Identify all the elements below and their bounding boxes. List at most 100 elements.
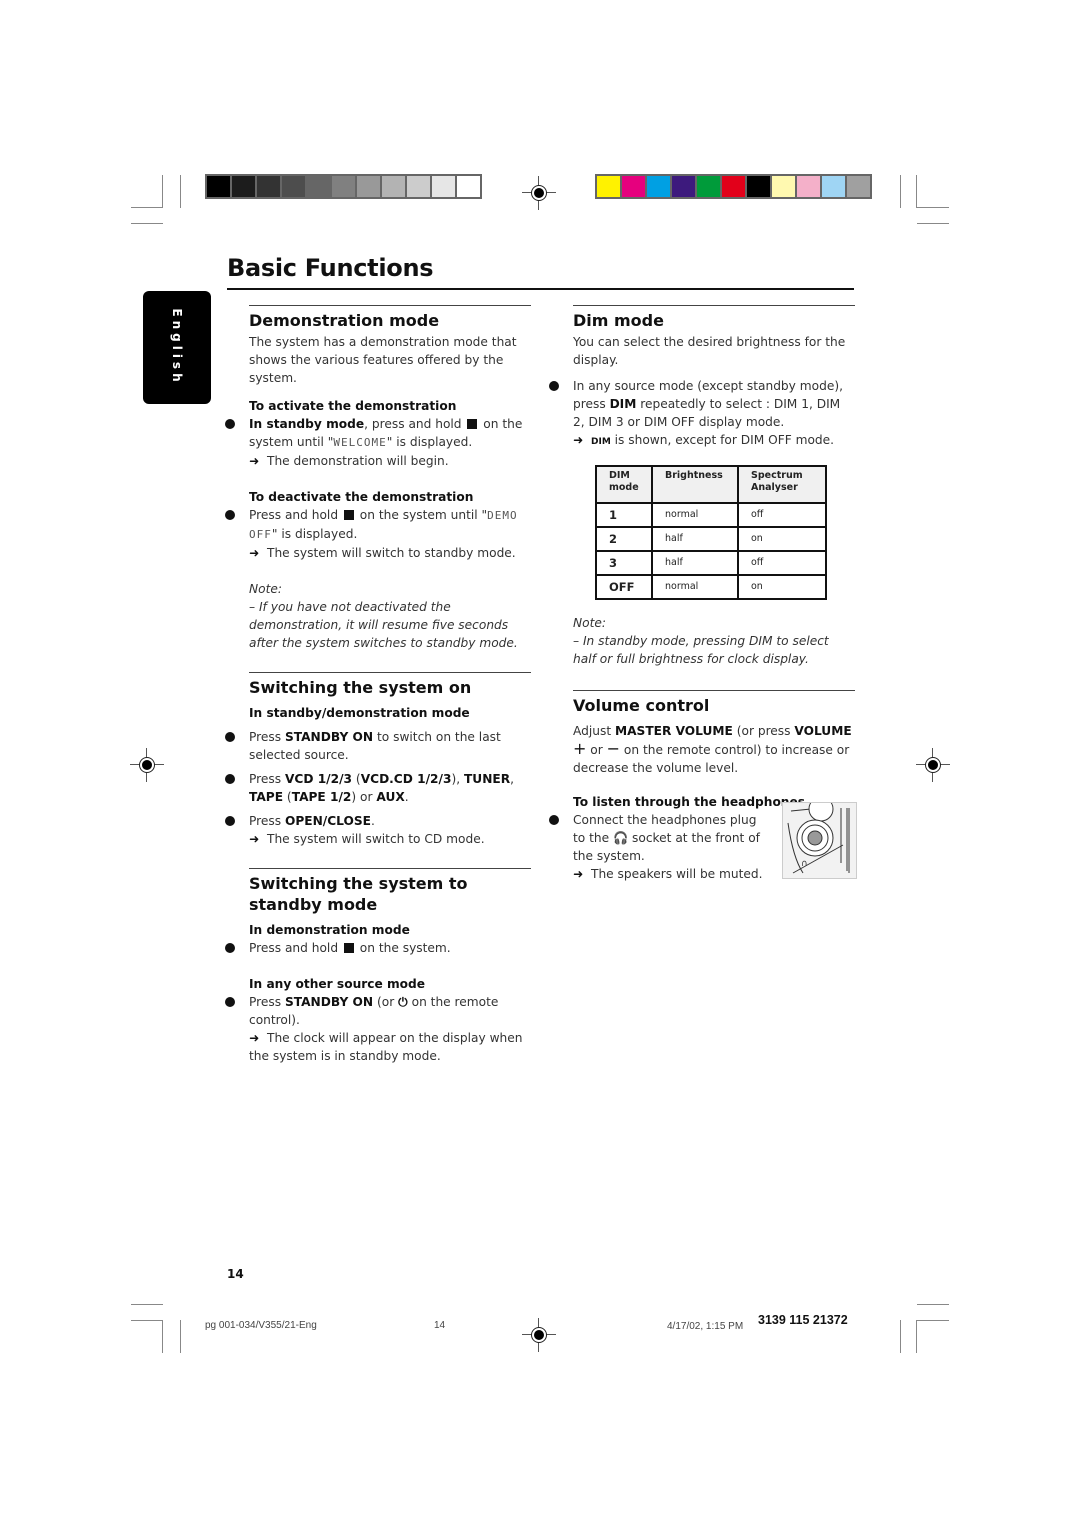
page-title: Basic Functions: [227, 254, 434, 282]
standby-step-2: Press STANDBY ON (or ⏻ on the remote con…: [225, 993, 531, 1065]
crop-mark: [131, 1320, 163, 1321]
crop-mark: [917, 207, 949, 208]
table-cell: on: [737, 574, 827, 600]
stop-icon: [467, 419, 478, 429]
color-swatch: [622, 176, 645, 197]
switch-on-subtitle: In standby/demonstration mode: [249, 706, 470, 720]
left-column: Demonstration mode The system has a demo…: [225, 305, 531, 1065]
section-title-switch-on: Switching the system on: [249, 678, 472, 697]
table-row: OFF normal on: [595, 574, 827, 600]
crop-mark: [900, 175, 901, 208]
crop-mark: [916, 175, 917, 208]
table-cell: off: [737, 502, 827, 528]
color-swatch: [847, 176, 870, 197]
crop-mark: [131, 223, 163, 224]
color-swatch: [407, 176, 430, 197]
demo-intro: The system has a demonstration mode that…: [249, 335, 517, 385]
table-header: DIM mode: [595, 465, 653, 504]
minus-icon: −: [606, 739, 621, 758]
arrow-icon: ➜: [249, 454, 260, 468]
table-header: Spectrum Analyser: [737, 465, 827, 504]
color-calibration-bar: [595, 174, 872, 199]
power-icon: ⏻: [398, 995, 408, 1009]
section-title-standby: Switching the system to standby mode: [249, 874, 468, 914]
color-swatch: [207, 176, 230, 197]
table-cell: off: [737, 550, 827, 576]
title-divider: [227, 288, 854, 290]
plus-icon: +: [573, 739, 587, 758]
crop-mark: [917, 1320, 949, 1321]
table-header-row: DIM mode Brightness Spectrum Analyser: [595, 465, 827, 504]
color-swatch: [357, 176, 380, 197]
headphone-socket-illustration: ∩: [782, 796, 857, 879]
switch-on-step-3: Press OPEN/CLOSE. ➜ The system will switc…: [225, 812, 531, 848]
switch-on-step-1: Press STANDBY ON to switch on the last s…: [225, 728, 531, 764]
dim-note-label: Note:: [573, 616, 606, 630]
demo-note-label: Note:: [249, 582, 282, 596]
table-cell: half: [651, 550, 739, 576]
headphones-icon: 🎧: [612, 831, 629, 845]
standby-subtitle-demo: In demonstration mode: [249, 923, 410, 937]
color-swatch: [647, 176, 670, 197]
section-divider: [249, 672, 531, 673]
headphones-step: Connect the headphones plug to the 🎧 soc…: [549, 811, 768, 883]
color-swatch: [697, 176, 720, 197]
color-swatch: [772, 176, 795, 197]
section-title-volume: Volume control: [573, 696, 710, 715]
standby-step-1: Press and hold on the system.: [225, 939, 531, 957]
arrow-icon: ➜: [249, 546, 260, 560]
table-cell: 1: [595, 502, 653, 528]
color-swatch: [432, 176, 455, 197]
arrow-icon: ➜: [249, 832, 260, 846]
crop-mark: [131, 1304, 163, 1305]
dim-intro: You can select the desired brightness fo…: [573, 335, 846, 367]
table-cell: 3: [595, 550, 653, 576]
svg-text:∩: ∩: [801, 859, 808, 869]
registration-mark-icon: [130, 748, 164, 782]
right-column: Dim mode You can select the desired brig…: [549, 305, 855, 883]
page-number: 14: [227, 1267, 244, 1281]
color-swatch: [232, 176, 255, 197]
color-swatch: [822, 176, 845, 197]
table-cell: normal: [651, 574, 739, 600]
dim-indicator: DIM: [591, 437, 611, 447]
crop-mark: [162, 1320, 163, 1353]
color-swatch: [457, 176, 480, 197]
lcd-text: WELCOME: [333, 436, 387, 449]
switch-on-step-2: Press VCD 1/2/3 (VCD.CD 1/2/3), TUNER, T…: [225, 770, 531, 806]
crop-mark: [900, 1320, 901, 1353]
registration-mark-icon: [522, 1318, 556, 1352]
section-divider: [249, 868, 531, 869]
deactivate-demo-subtitle: To deactivate the demonstration: [249, 490, 474, 504]
table-cell: normal: [651, 502, 739, 528]
section-title-demo: Demonstration mode: [249, 311, 440, 330]
crop-mark: [180, 175, 181, 208]
table-cell: 2: [595, 526, 653, 552]
color-swatch: [797, 176, 820, 197]
footer-code: 3139 115 21372: [758, 1313, 848, 1327]
section-title-dim: Dim mode: [573, 311, 664, 330]
table-cell: OFF: [595, 574, 653, 600]
section-divider: [573, 305, 855, 306]
dim-step: In any source mode (except standby mode)…: [549, 377, 855, 451]
arrow-icon: ➜: [573, 867, 584, 881]
volume-text: Adjust MASTER VOLUME (or press VOLUME + …: [573, 724, 852, 775]
stop-icon: [343, 943, 354, 953]
arrow-icon: ➜: [249, 1031, 260, 1045]
color-swatch: [382, 176, 405, 197]
dim-mode-table: DIM mode Brightness Spectrum Analyser 1n…: [595, 465, 827, 600]
color-swatch: [257, 176, 280, 197]
table-cell: on: [737, 526, 827, 552]
table-cell: half: [651, 526, 739, 552]
color-swatch: [282, 176, 305, 197]
standby-subtitle-other: In any other source mode: [249, 977, 426, 991]
table-row: 3 half off: [595, 550, 827, 576]
color-swatch: [332, 176, 355, 197]
color-swatch: [672, 176, 695, 197]
color-swatch: [747, 176, 770, 197]
section-divider: [573, 690, 855, 691]
color-swatch: [597, 176, 620, 197]
stop-icon: [343, 510, 354, 520]
crop-mark: [916, 1320, 917, 1353]
registration-mark-icon: [522, 176, 556, 210]
